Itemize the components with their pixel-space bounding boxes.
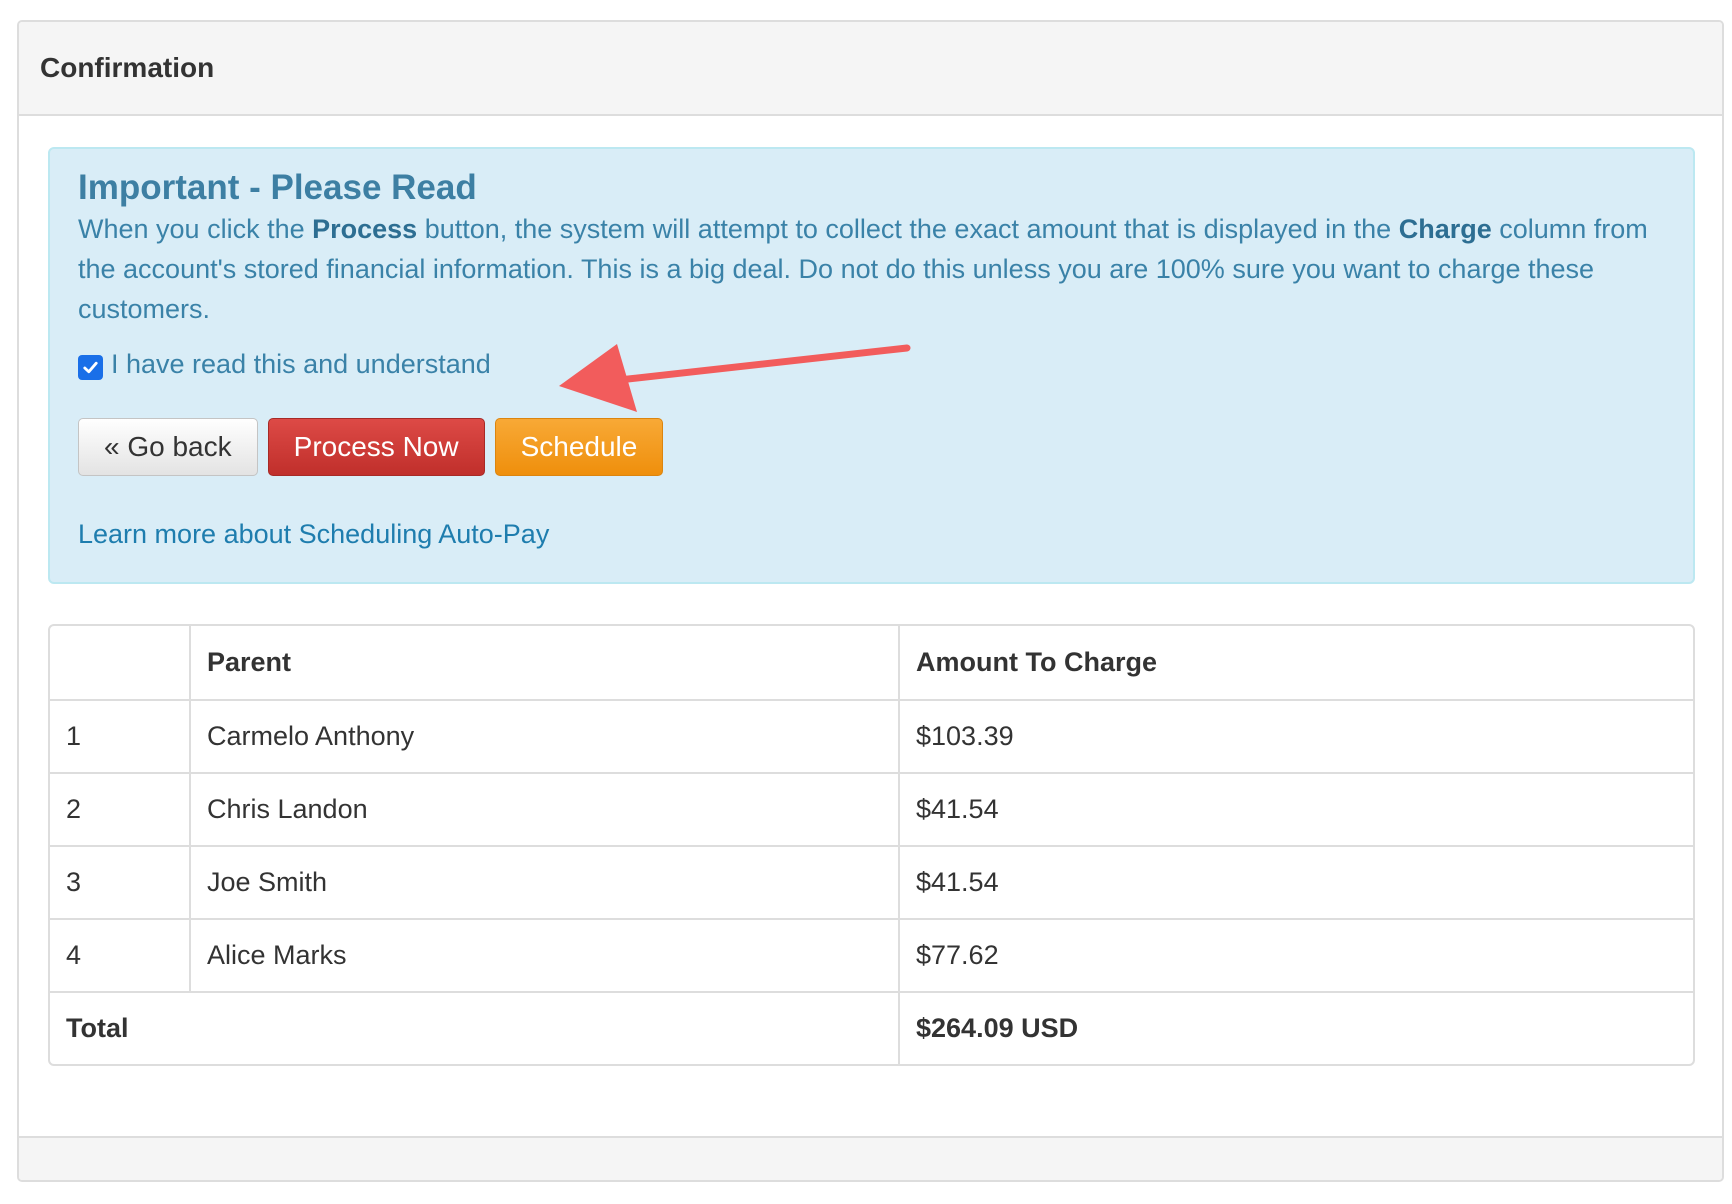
confirm-label: I have read this and understand	[111, 349, 491, 379]
panel-heading: Confirmation	[19, 22, 1722, 116]
learn-more-link[interactable]: Learn more about Scheduling Auto-Pay	[78, 519, 1665, 550]
checkmark-icon	[83, 361, 98, 374]
table-row: 1 Carmelo Anthony $103.39	[50, 699, 1693, 772]
parent-name: Carmelo Anthony	[189, 699, 898, 772]
row-number: 3	[50, 845, 189, 918]
parent-name: Alice Marks	[189, 918, 898, 991]
process-now-button[interactable]: Process Now	[267, 418, 485, 476]
charges-table: Parent Amount To Charge 1 Carmelo Anthon…	[48, 624, 1695, 1066]
panel-footer	[19, 1136, 1722, 1180]
confirmation-panel: Confirmation Important - Please Read Whe…	[17, 20, 1724, 1182]
charge-amount: $103.39	[898, 699, 1693, 772]
go-back-button[interactable]: « Go back	[78, 418, 258, 476]
alert-text-charge: Charge	[1398, 214, 1492, 244]
parent-name: Joe Smith	[189, 845, 898, 918]
column-header-parent: Parent	[189, 626, 898, 699]
alert-text-process: Process	[312, 214, 418, 244]
alert-text-part1: When you click the	[78, 214, 313, 244]
alert-text-part2: button, the system will attempt to colle…	[417, 214, 1399, 244]
column-header-index	[50, 626, 189, 699]
row-number: 2	[50, 772, 189, 845]
total-value: $264.09 USD	[898, 991, 1693, 1064]
annotation-arrow-icon	[559, 344, 911, 412]
confirm-checkbox[interactable]	[78, 355, 103, 380]
charge-amount: $41.54	[898, 845, 1693, 918]
total-row: Total $264.09 USD	[50, 991, 1693, 1064]
alert-message: When you click the Process button, the s…	[78, 209, 1665, 329]
charge-amount: $77.62	[898, 918, 1693, 991]
alert-title: Important - Please Read	[78, 168, 477, 207]
parent-name: Chris Landon	[189, 772, 898, 845]
table-row: 4 Alice Marks $77.62	[50, 918, 1693, 991]
column-header-amount: Amount To Charge	[898, 626, 1693, 699]
row-number: 4	[50, 918, 189, 991]
table-header-row: Parent Amount To Charge	[50, 626, 1693, 699]
panel-title: Confirmation	[40, 52, 215, 83]
table-row: 3 Joe Smith $41.54	[50, 845, 1693, 918]
row-number: 1	[50, 699, 189, 772]
total-label: Total	[50, 991, 898, 1064]
table-row: 2 Chris Landon $41.54	[50, 772, 1693, 845]
charge-amount: $41.54	[898, 772, 1693, 845]
action-buttons: « Go back Process Now Schedule	[78, 418, 1665, 476]
schedule-button[interactable]: Schedule	[494, 418, 664, 476]
